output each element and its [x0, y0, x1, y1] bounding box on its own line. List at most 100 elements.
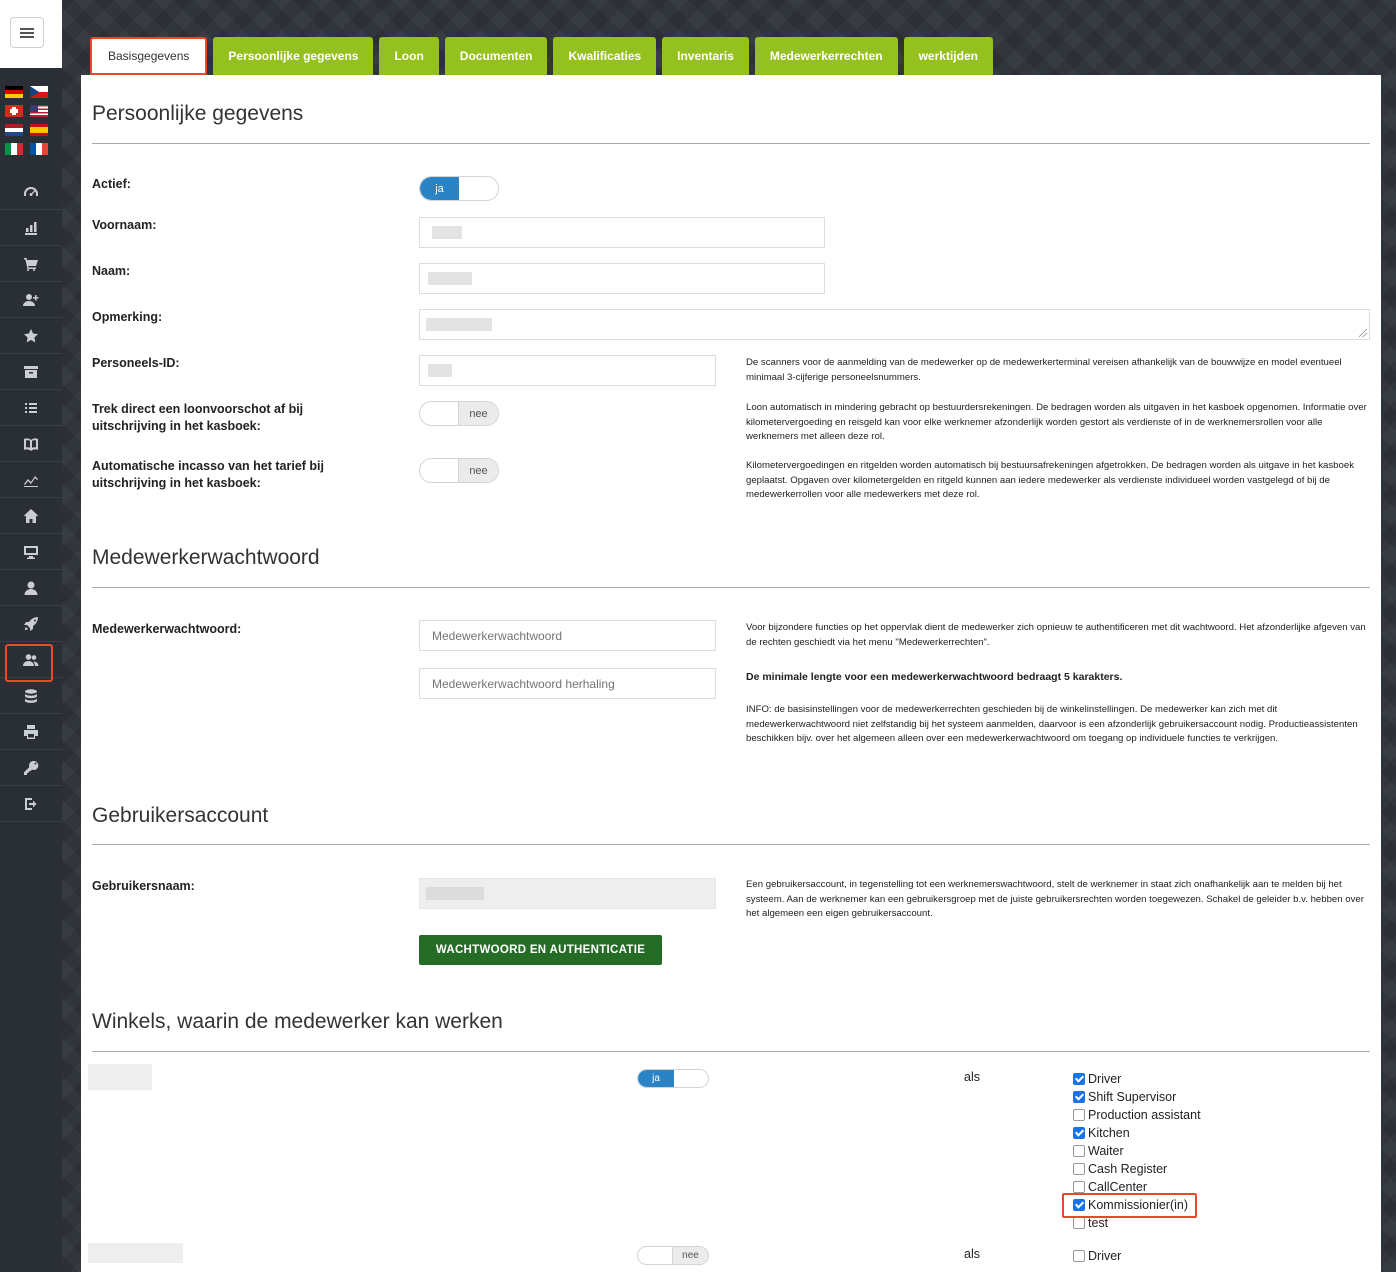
redacted-value: [432, 226, 462, 239]
tab-kwalificaties[interactable]: Kwalificaties: [553, 37, 657, 75]
flag-fr-icon[interactable]: [30, 143, 48, 155]
book-icon: [24, 437, 38, 451]
tab-werktijden[interactable]: werktijden: [903, 37, 993, 75]
role-checkbox-driver[interactable]: Driver: [1073, 1070, 1201, 1088]
checkbox[interactable]: [1073, 1199, 1085, 1211]
printer-icon: [24, 724, 38, 739]
sidebar: [0, 0, 62, 1272]
active-label: Actief:: [92, 177, 131, 191]
tab-medewerkerrechten[interactable]: Medewerkerrechten: [754, 37, 898, 75]
checkbox[interactable]: [1073, 1127, 1085, 1139]
checkbox[interactable]: [1073, 1109, 1085, 1121]
nav-profile[interactable]: [0, 570, 62, 606]
password-help: Voor bijzondere functies op het oppervla…: [746, 622, 1366, 648]
store1-toggle[interactable]: ja: [637, 1069, 709, 1088]
nav-home[interactable]: [0, 498, 62, 534]
role-checkbox-cash-register[interactable]: Cash Register: [1073, 1160, 1201, 1178]
tab-inventaris[interactable]: Inventaris: [662, 37, 749, 75]
nav-list[interactable]: [0, 390, 62, 426]
role-checkbox-waiter[interactable]: Waiter: [1073, 1142, 1201, 1160]
checkbox[interactable]: [1073, 1091, 1085, 1103]
flag-nl-icon[interactable]: [5, 124, 23, 136]
flag-de-icon[interactable]: [5, 86, 23, 98]
nav-analytics[interactable]: [0, 462, 62, 498]
password-input[interactable]: [419, 620, 716, 651]
nav-employees[interactable]: [0, 642, 62, 682]
section-title-password: Medewerkerwachtwoord: [92, 546, 320, 569]
password-authentication-button[interactable]: WACHTWOORD EN AUTHENTICATIE: [419, 935, 662, 965]
role-checkbox-production-assistant[interactable]: Production assistant: [1073, 1106, 1201, 1124]
name-input[interactable]: [419, 263, 825, 294]
staffid-input[interactable]: [419, 355, 716, 386]
nav-logout[interactable]: [0, 786, 62, 822]
tab-basisgegevens[interactable]: Basisgegevens: [90, 37, 208, 75]
flag-cz-icon[interactable]: [30, 86, 48, 98]
role-checkbox-driver[interactable]: Driver: [1073, 1247, 1121, 1265]
store2-toggle[interactable]: nee: [637, 1246, 709, 1265]
divider: [92, 1051, 1370, 1052]
nav-archive[interactable]: [0, 354, 62, 390]
redacted-value: [428, 272, 472, 285]
role-checkbox-test[interactable]: test: [1073, 1214, 1201, 1232]
password-info: INFO: de basisinstellingen voor de medew…: [746, 704, 1358, 744]
toggle-on-label: ja: [420, 177, 459, 200]
nav-orders[interactable]: [0, 246, 62, 282]
nav-print[interactable]: [0, 714, 62, 750]
flag-us-icon[interactable]: [30, 105, 48, 117]
resize-handle[interactable]: [1359, 329, 1367, 337]
checkbox[interactable]: [1073, 1181, 1085, 1193]
checkbox[interactable]: [1073, 1217, 1085, 1229]
hamburger-menu-button[interactable]: [10, 17, 44, 48]
collection-toggle[interactable]: nee: [419, 458, 499, 483]
nav-cashbook[interactable]: [0, 426, 62, 462]
nav-settings[interactable]: [0, 750, 62, 786]
flag-it-icon[interactable]: [5, 143, 23, 155]
nav-marketing[interactable]: [0, 606, 62, 642]
advance-toggle[interactable]: nee: [419, 401, 499, 426]
nav-favorites[interactable]: [0, 318, 62, 354]
tab-persoonlijke-gegevens[interactable]: Persoonlijke gegevens: [213, 37, 374, 75]
active-toggle[interactable]: ja: [419, 176, 499, 201]
line-chart-icon: [24, 475, 38, 487]
archive-icon: [24, 365, 38, 378]
redacted-value: [426, 318, 492, 331]
divider: [92, 587, 1370, 588]
toggle-off-label: nee: [458, 402, 498, 425]
divider: [92, 143, 1370, 144]
store1-roles: Driver Shift Supervisor Production assis…: [1073, 1070, 1201, 1232]
checkbox[interactable]: [1073, 1163, 1085, 1175]
checkbox[interactable]: [1073, 1145, 1085, 1157]
role-checkbox-kitchen[interactable]: Kitchen: [1073, 1124, 1201, 1142]
role-checkbox-kommissionier[interactable]: Kommissionier(in): [1073, 1196, 1201, 1214]
flag-es-icon[interactable]: [30, 124, 48, 136]
key-icon: [24, 760, 39, 775]
role-label: Cash Register: [1088, 1162, 1168, 1176]
section-title-account: Gebruikersaccount: [92, 804, 269, 827]
firstname-input[interactable]: [419, 217, 825, 248]
checkbox[interactable]: [1073, 1250, 1085, 1262]
password-repeat-input[interactable]: [419, 668, 716, 699]
nav-terminal[interactable]: [0, 534, 62, 570]
flag-ch-icon[interactable]: [5, 105, 23, 117]
store-name-redacted: [88, 1064, 152, 1090]
sidebar-nav: [0, 174, 62, 822]
home-icon: [24, 508, 38, 523]
remark-textarea[interactable]: [419, 309, 1370, 340]
role-label: Shift Supervisor: [1088, 1090, 1177, 1104]
nav-statistics[interactable]: [0, 210, 62, 246]
nav-dashboard[interactable]: [0, 174, 62, 210]
nav-add-customer[interactable]: [0, 282, 62, 318]
tab-documenten[interactable]: Documenten: [444, 37, 548, 75]
staffid-label: Personeels-ID:: [92, 356, 180, 370]
remark-label: Opmerking:: [92, 310, 163, 324]
role-checkbox-shift-supervisor[interactable]: Shift Supervisor: [1073, 1088, 1201, 1106]
checkbox[interactable]: [1073, 1073, 1085, 1085]
tab-bar: Basisgegevens Persoonlijke gegevens Loon…: [90, 37, 999, 75]
tab-loon[interactable]: Loon: [379, 37, 439, 75]
section-title-personal: Persoonlijke gegevens: [92, 102, 304, 125]
nav-database[interactable]: [0, 678, 62, 714]
as-label: als: [964, 1247, 980, 1261]
toggle-off-label: nee: [672, 1247, 708, 1264]
role-checkbox-callcenter[interactable]: CallCenter: [1073, 1178, 1201, 1196]
divider: [92, 844, 1370, 845]
